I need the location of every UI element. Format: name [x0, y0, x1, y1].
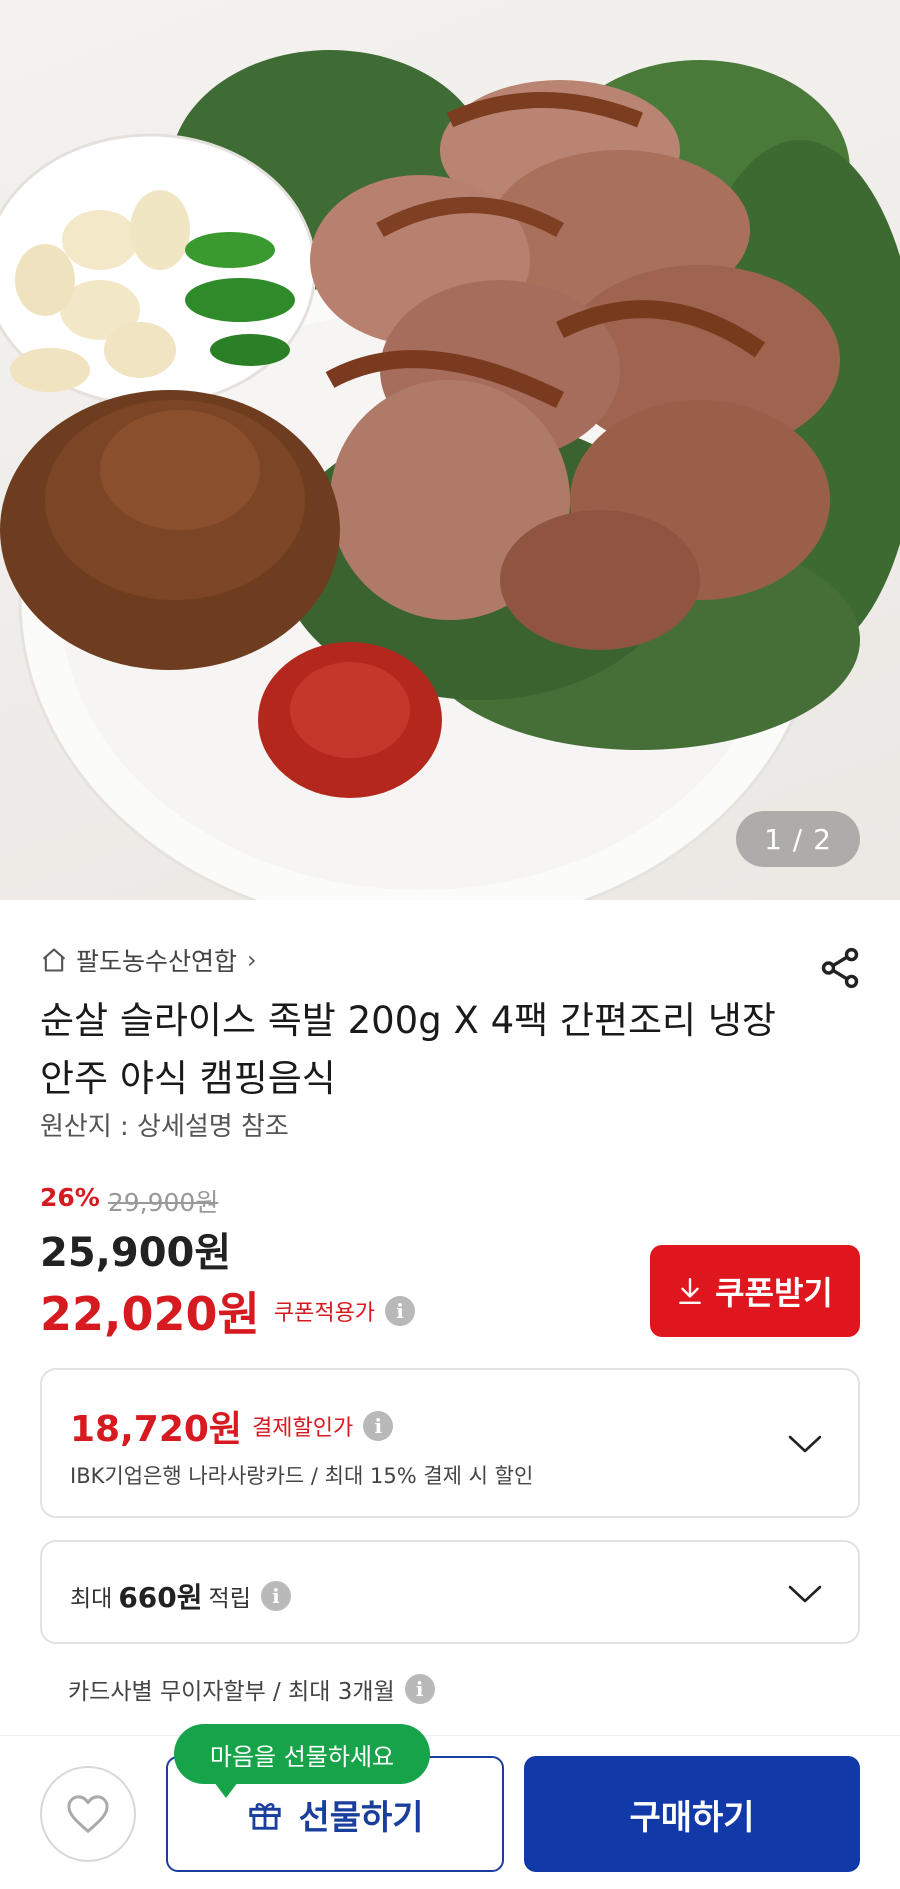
product-title: 순살 슬라이스 족발 200g X 4팩 간편조리 냉장 안주 야식 캠핑음식 [40, 999, 776, 1100]
product-photo [0, 50, 900, 900]
points-card[interactable]: 최대 660원 적립 i [40, 1540, 860, 1644]
installment-text: 카드사별 무이자할부 / 최대 3개월 [68, 1679, 395, 1705]
image-page-counter: 1 / 2 [736, 811, 860, 867]
buy-button[interactable]: 구매하기 [524, 1756, 860, 1872]
info-icon[interactable]: i [260, 1581, 291, 1611]
chevron-down-icon[interactable] [788, 1584, 822, 1604]
gift-tooltip: 마음을 선물하세요 [174, 1724, 430, 1798]
points-suffix: 적립 [208, 1586, 251, 1612]
payment-discount-description: IBK기업은행 나라사랑카드 / 최대 15% 결제 시 할인 [70, 1464, 534, 1488]
product-origin: 원산지 : 상세설명 참조 [40, 1112, 289, 1142]
info-icon[interactable]: i [404, 1674, 435, 1704]
gift-icon [249, 1803, 282, 1830]
heart-icon [67, 1795, 109, 1833]
info-icon[interactable]: i [363, 1411, 394, 1441]
sale-price: 25,900원 [40, 1230, 232, 1276]
download-arrow-icon [679, 1277, 701, 1305]
points-prefix: 최대 [70, 1586, 113, 1612]
info-icon[interactable]: i [385, 1296, 416, 1326]
discount-row: 26% 29,900원 [40, 1183, 218, 1219]
discount-rate: 26% [40, 1183, 100, 1212]
payment-discount-price: 18,720원 [70, 1409, 243, 1450]
chevron-down-icon[interactable] [788, 1434, 822, 1454]
coupon-price-label: 쿠폰적용가 [273, 1301, 376, 1326]
share-icon[interactable] [817, 945, 863, 991]
wishlist-button[interactable] [40, 1766, 136, 1862]
coupon-price: 22,020원 [40, 1287, 260, 1341]
seller-name: 팔도농수산연합 [76, 947, 238, 976]
points-line: 최대 660원 적립 i [70, 1576, 291, 1616]
home-icon [42, 948, 66, 972]
payment-discount-card[interactable]: 18,720원 결제할인가 i IBK기업은행 나라사랑카드 / 최대 15% … [40, 1368, 860, 1518]
seller-link[interactable]: 팔도농수산연합 › [40, 944, 257, 976]
get-coupon-label: 쿠폰받기 [715, 1274, 833, 1312]
chevron-right-icon: › [247, 946, 257, 974]
product-image[interactable]: 1 / 2 [0, 0, 900, 900]
gift-label: 선물하기 [298, 1797, 424, 1838]
payment-price-line: 18,720원 결제할인가 i [70, 1400, 394, 1452]
installment-info: 카드사별 무이자할부 / 최대 3개월 i [68, 1672, 435, 1706]
get-coupon-button[interactable]: 쿠폰받기 [650, 1245, 860, 1337]
points-amount: 660원 [118, 1581, 203, 1614]
coupon-price-row: 22,020원 쿠폰적용가 i [40, 1278, 416, 1344]
payment-discount-label: 결제할인가 [252, 1416, 354, 1441]
original-price: 29,900원 [107, 1188, 219, 1217]
